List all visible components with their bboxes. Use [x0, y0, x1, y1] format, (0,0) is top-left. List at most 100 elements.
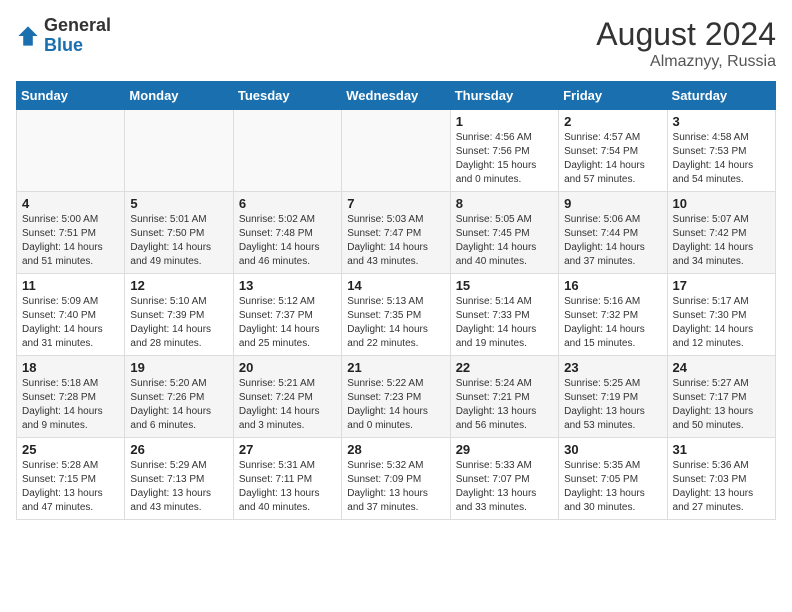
- cell-content: Sunrise: 5:36 AM Sunset: 7:03 PM Dayligh…: [673, 459, 770, 515]
- calendar-cell: 24Sunrise: 5:27 AM Sunset: 7:17 PM Dayli…: [667, 356, 775, 438]
- cell-content: Sunrise: 5:17 AM Sunset: 7:30 PM Dayligh…: [673, 295, 770, 351]
- calendar-cell: [342, 110, 450, 192]
- day-number: 24: [673, 360, 770, 375]
- calendar-week-4: 18 Sunrise: 5:18 AM Sunset: 7:28 PM Dayli…: [17, 356, 776, 438]
- col-header-saturday: Saturday: [667, 82, 775, 110]
- cell-content: Sunrise: 5:10 AM Sunset: 7:39 PM Dayligh…: [130, 295, 227, 351]
- logo-text: General Blue: [44, 16, 111, 56]
- day-number: 25: [22, 442, 119, 457]
- cell-content: Sunrise: 5:31 AM Sunset: 7:11 PM Dayligh…: [239, 459, 336, 515]
- day-number: 7: [347, 196, 444, 211]
- cell-content: Sunrise: 4:57 AM Sunset: 7:54 PM Dayligh…: [564, 131, 661, 187]
- calendar-cell: 1 Sunrise: 4:56 AM Sunset: 7:56 PM Daylig…: [450, 110, 558, 192]
- calendar-cell: 29Sunrise: 5:33 AM Sunset: 7:07 PM Dayli…: [450, 438, 558, 520]
- calendar-cell: 3 Sunrise: 4:58 AM Sunset: 7:53 PM Daylig…: [667, 110, 775, 192]
- cell-content: Sunrise: 5:33 AM Sunset: 7:07 PM Dayligh…: [456, 459, 553, 515]
- calendar-cell: 26 Sunrise: 5:29 AM Sunset: 7:13 PM Dayli…: [125, 438, 233, 520]
- day-number: 5: [130, 196, 227, 211]
- calendar-cell: 30 Sunrise: 5:35 AM Sunset: 7:05 PM Dayli…: [559, 438, 667, 520]
- day-number: 11: [22, 278, 119, 293]
- logo-general: General: [44, 16, 111, 36]
- cell-content: Sunrise: 5:29 AM Sunset: 7:13 PM Dayligh…: [130, 459, 227, 515]
- day-number: 16: [564, 278, 661, 293]
- day-number: 4: [22, 196, 119, 211]
- day-number: 26: [130, 442, 227, 457]
- calendar-cell: 5 Sunrise: 5:01 AM Sunset: 7:50 PM Daylig…: [125, 192, 233, 274]
- day-number: 10: [673, 196, 770, 211]
- cell-content: Sunrise: 5:05 AM Sunset: 7:45 PM Dayligh…: [456, 213, 553, 269]
- day-number: 21: [347, 360, 444, 375]
- calendar-week-5: 25Sunrise: 5:28 AM Sunset: 7:15 PM Dayli…: [17, 438, 776, 520]
- cell-content: Sunrise: 5:25 AM Sunset: 7:19 PM Dayligh…: [564, 377, 661, 433]
- cell-content: Sunrise: 5:18 AM Sunset: 7:28 PM Dayligh…: [22, 377, 119, 433]
- day-number: 12: [130, 278, 227, 293]
- logo-icon: [16, 24, 40, 48]
- col-header-sunday: Sunday: [17, 82, 125, 110]
- cell-content: Sunrise: 5:32 AM Sunset: 7:09 PM Dayligh…: [347, 459, 444, 515]
- calendar-header-row: SundayMondayTuesdayWednesdayThursdayFrid…: [17, 82, 776, 110]
- calendar-cell: 17 Sunrise: 5:17 AM Sunset: 7:30 PM Dayli…: [667, 274, 775, 356]
- calendar-cell: 4 Sunrise: 5:00 AM Sunset: 7:51 PM Daylig…: [17, 192, 125, 274]
- calendar-cell: 23 Sunrise: 5:25 AM Sunset: 7:19 PM Dayli…: [559, 356, 667, 438]
- cell-content: Sunrise: 5:22 AM Sunset: 7:23 PM Dayligh…: [347, 377, 444, 433]
- cell-content: Sunrise: 5:16 AM Sunset: 7:32 PM Dayligh…: [564, 295, 661, 351]
- calendar-cell: 10Sunrise: 5:07 AM Sunset: 7:42 PM Dayli…: [667, 192, 775, 274]
- calendar-cell: 6 Sunrise: 5:02 AM Sunset: 7:48 PM Daylig…: [233, 192, 341, 274]
- calendar-cell: 15Sunrise: 5:14 AM Sunset: 7:33 PM Dayli…: [450, 274, 558, 356]
- calendar-cell: 25Sunrise: 5:28 AM Sunset: 7:15 PM Dayli…: [17, 438, 125, 520]
- calendar-cell: 9 Sunrise: 5:06 AM Sunset: 7:44 PM Daylig…: [559, 192, 667, 274]
- day-number: 8: [456, 196, 553, 211]
- calendar-cell: 13Sunrise: 5:12 AM Sunset: 7:37 PM Dayli…: [233, 274, 341, 356]
- col-header-wednesday: Wednesday: [342, 82, 450, 110]
- cell-content: Sunrise: 5:20 AM Sunset: 7:26 PM Dayligh…: [130, 377, 227, 433]
- calendar-cell: 14Sunrise: 5:13 AM Sunset: 7:35 PM Dayli…: [342, 274, 450, 356]
- day-number: 1: [456, 114, 553, 129]
- logo-blue: Blue: [44, 36, 111, 56]
- cell-content: Sunrise: 5:09 AM Sunset: 7:40 PM Dayligh…: [22, 295, 119, 351]
- cell-content: Sunrise: 5:00 AM Sunset: 7:51 PM Dayligh…: [22, 213, 119, 269]
- calendar-cell: 11 Sunrise: 5:09 AM Sunset: 7:40 PM Dayli…: [17, 274, 125, 356]
- day-number: 3: [673, 114, 770, 129]
- col-header-tuesday: Tuesday: [233, 82, 341, 110]
- calendar-cell: 19 Sunrise: 5:20 AM Sunset: 7:26 PM Dayli…: [125, 356, 233, 438]
- page-header: General Blue August 2024 Almaznyy, Russi…: [16, 16, 776, 71]
- cell-content: Sunrise: 5:02 AM Sunset: 7:48 PM Dayligh…: [239, 213, 336, 269]
- day-number: 22: [456, 360, 553, 375]
- cell-content: Sunrise: 5:06 AM Sunset: 7:44 PM Dayligh…: [564, 213, 661, 269]
- cell-content: Sunrise: 5:01 AM Sunset: 7:50 PM Dayligh…: [130, 213, 227, 269]
- cell-content: Sunrise: 5:03 AM Sunset: 7:47 PM Dayligh…: [347, 213, 444, 269]
- calendar-cell: [125, 110, 233, 192]
- calendar-cell: 28 Sunrise: 5:32 AM Sunset: 7:09 PM Dayli…: [342, 438, 450, 520]
- day-number: 30: [564, 442, 661, 457]
- day-number: 27: [239, 442, 336, 457]
- calendar-cell: 2Sunrise: 4:57 AM Sunset: 7:54 PM Daylig…: [559, 110, 667, 192]
- calendar-cell: 21 Sunrise: 5:22 AM Sunset: 7:23 PM Dayli…: [342, 356, 450, 438]
- day-number: 9: [564, 196, 661, 211]
- title-block: August 2024 Almaznyy, Russia: [596, 16, 776, 71]
- cell-content: Sunrise: 4:58 AM Sunset: 7:53 PM Dayligh…: [673, 131, 770, 187]
- day-number: 19: [130, 360, 227, 375]
- calendar-cell: 31 Sunrise: 5:36 AM Sunset: 7:03 PM Dayli…: [667, 438, 775, 520]
- calendar-cell: [17, 110, 125, 192]
- day-number: 6: [239, 196, 336, 211]
- calendar-table: SundayMondayTuesdayWednesdayThursdayFrid…: [16, 81, 776, 520]
- logo: General Blue: [16, 16, 111, 56]
- cell-content: Sunrise: 5:12 AM Sunset: 7:37 PM Dayligh…: [239, 295, 336, 351]
- cell-content: Sunrise: 5:21 AM Sunset: 7:24 PM Dayligh…: [239, 377, 336, 433]
- day-number: 17: [673, 278, 770, 293]
- day-number: 28: [347, 442, 444, 457]
- day-number: 23: [564, 360, 661, 375]
- calendar-cell: 7 Sunrise: 5:03 AM Sunset: 7:47 PM Daylig…: [342, 192, 450, 274]
- location: Almaznyy, Russia: [596, 53, 776, 71]
- cell-content: Sunrise: 5:14 AM Sunset: 7:33 PM Dayligh…: [456, 295, 553, 351]
- day-number: 18: [22, 360, 119, 375]
- calendar-cell: 20Sunrise: 5:21 AM Sunset: 7:24 PM Dayli…: [233, 356, 341, 438]
- cell-content: Sunrise: 4:56 AM Sunset: 7:56 PM Dayligh…: [456, 131, 553, 187]
- day-number: 31: [673, 442, 770, 457]
- calendar-cell: 8 Sunrise: 5:05 AM Sunset: 7:45 PM Daylig…: [450, 192, 558, 274]
- calendar-cell: 16 Sunrise: 5:16 AM Sunset: 7:32 PM Dayli…: [559, 274, 667, 356]
- cell-content: Sunrise: 5:35 AM Sunset: 7:05 PM Dayligh…: [564, 459, 661, 515]
- calendar-week-2: 4 Sunrise: 5:00 AM Sunset: 7:51 PM Daylig…: [17, 192, 776, 274]
- calendar-week-3: 11 Sunrise: 5:09 AM Sunset: 7:40 PM Dayli…: [17, 274, 776, 356]
- calendar-cell: 22Sunrise: 5:24 AM Sunset: 7:21 PM Dayli…: [450, 356, 558, 438]
